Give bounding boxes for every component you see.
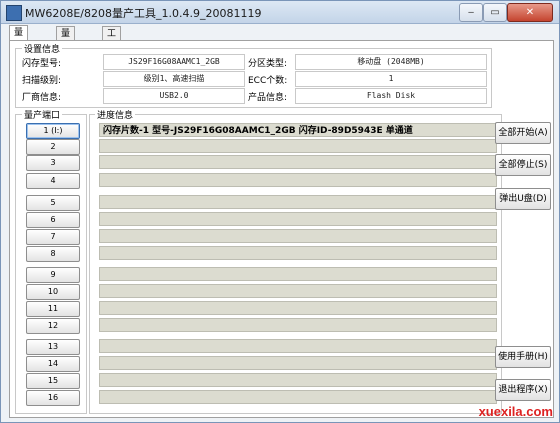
start-all-button[interactable]: 全部开始(A) bbox=[495, 122, 551, 144]
scan-level-label: 扫描级别: bbox=[22, 76, 62, 86]
progress-row-10 bbox=[99, 284, 497, 298]
progress-row-2 bbox=[99, 139, 497, 153]
progress-row-14 bbox=[99, 356, 497, 370]
progress-row-8 bbox=[99, 246, 497, 260]
port-button-7[interactable]: 7 bbox=[26, 229, 80, 245]
progress-row-1: 闪存片数-1 型号-JS29F16G08AAMC1_2GB 闪存ID-89D59… bbox=[99, 123, 497, 137]
tab-progress[interactable]: 量产进度 bbox=[9, 25, 29, 80]
progress-row-7 bbox=[99, 229, 497, 243]
port-button-5[interactable]: 5 bbox=[26, 195, 80, 211]
user-manual-button[interactable]: 使用手册(H) bbox=[495, 346, 551, 368]
ecc-count-value: 1 bbox=[295, 71, 487, 87]
port-button-16[interactable]: 16 bbox=[26, 390, 80, 406]
scan-level-value: 级别1、高速扫描 bbox=[103, 71, 245, 87]
progress-row-11 bbox=[99, 301, 497, 315]
exit-program-button[interactable]: 退出程序(X) bbox=[495, 379, 551, 401]
watermark-text: xuexila.com bbox=[478, 404, 553, 419]
port-button-1[interactable]: 1 (I:) bbox=[26, 123, 80, 139]
minimize-icon[interactable]: ‒ bbox=[459, 3, 483, 22]
vendor-info-value: USB2.0 bbox=[103, 88, 245, 104]
app-icon bbox=[6, 5, 22, 21]
tab-production-settings[interactable]: 量产设置 bbox=[56, 26, 76, 81]
settings-group-title: 设置信息 bbox=[22, 42, 63, 55]
port-button-15[interactable]: 15 bbox=[26, 373, 80, 389]
port-button-12[interactable]: 12 bbox=[26, 318, 80, 334]
port-button-2[interactable]: 2 bbox=[26, 139, 80, 155]
tab-factory-settings[interactable]: 工厂设置 bbox=[102, 26, 122, 81]
progress-group-title: 进度信息 bbox=[95, 108, 136, 121]
flash-model-value: JS29F16G08AAMC1_2GB bbox=[103, 54, 245, 70]
port-button-14[interactable]: 14 bbox=[26, 356, 80, 372]
progress-row-12 bbox=[99, 318, 497, 332]
progress-row-3 bbox=[99, 155, 497, 169]
port-button-11[interactable]: 11 bbox=[26, 301, 80, 317]
partition-type-value: 移动盘 (2048MB) bbox=[295, 54, 487, 70]
port-button-3[interactable]: 3 bbox=[26, 155, 80, 171]
eject-udisk-button[interactable]: 弹出U盘(D) bbox=[495, 188, 551, 210]
progress-row-16 bbox=[99, 390, 497, 404]
port-button-13[interactable]: 13 bbox=[26, 339, 80, 355]
partition-type-label: 分区类型: bbox=[248, 59, 288, 69]
progress-row-6 bbox=[99, 212, 497, 226]
port-button-8[interactable]: 8 bbox=[26, 246, 80, 262]
port-button-4[interactable]: 4 bbox=[26, 173, 80, 189]
progress-row-4 bbox=[99, 173, 497, 187]
stop-all-button[interactable]: 全部停止(S) bbox=[495, 154, 551, 176]
maximize-icon[interactable]: ▭ bbox=[483, 3, 507, 22]
ports-group-title: 量产端口 bbox=[22, 108, 63, 121]
port-button-10[interactable]: 10 bbox=[26, 284, 80, 300]
ecc-count-label: ECC个数: bbox=[248, 76, 288, 86]
close-icon[interactable]: ✕ bbox=[507, 3, 553, 22]
progress-row-13 bbox=[99, 339, 497, 353]
port-button-6[interactable]: 6 bbox=[26, 212, 80, 228]
progress-row-9 bbox=[99, 267, 497, 281]
product-info-label: 产品信息: bbox=[248, 93, 288, 103]
product-info-value: Flash Disk bbox=[295, 88, 487, 104]
progress-row-15 bbox=[99, 373, 497, 387]
main-panel: 设置信息 闪存型号: JS29F16G08AAMC1_2GB 分区类型: 移动盘… bbox=[9, 40, 554, 418]
port-button-9[interactable]: 9 bbox=[26, 267, 80, 283]
app-window: MW6208E/8208量产工具_1.0.4.9_20081119 ‒ ▭ ✕ … bbox=[0, 0, 560, 423]
title-bar: MW6208E/8208量产工具_1.0.4.9_20081119 ‒ ▭ ✕ bbox=[1, 1, 559, 24]
flash-model-label: 闪存型号: bbox=[22, 59, 62, 69]
window-title: MW6208E/8208量产工具_1.0.4.9_20081119 bbox=[25, 7, 262, 20]
progress-row-5 bbox=[99, 195, 497, 209]
vendor-info-label: 厂商信息: bbox=[22, 93, 62, 103]
